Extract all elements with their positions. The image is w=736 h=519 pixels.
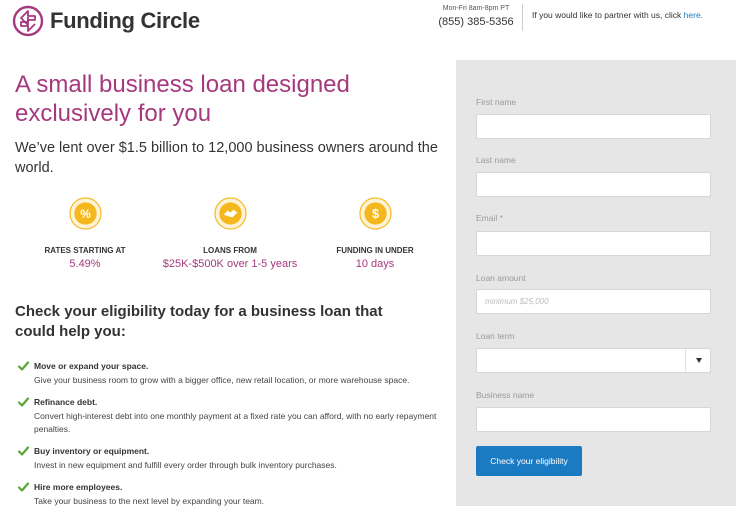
loan-term-label: Loan term — [476, 331, 515, 341]
benefit-description: Invest in new equipment and fulfill ever… — [34, 460, 337, 470]
feature-rates: % RATES STARTING AT 5.49% — [15, 197, 155, 271]
benefit-description: Take your business to the next level by … — [34, 496, 265, 506]
checkmark-icon — [18, 361, 29, 371]
partner-link[interactable]: here. — [684, 10, 703, 20]
benefit-description: Give your business room to grow with a b… — [34, 375, 410, 385]
first-name-field[interactable] — [476, 114, 711, 139]
checkmark-icon — [18, 482, 29, 492]
check-eligibility-button[interactable]: Check your eligibility — [476, 446, 582, 476]
phone-contact: Mon-Fri 8am-8pm PT (855) 385-5356 — [436, 5, 516, 28]
business-name-label: Business name — [476, 390, 535, 400]
feature-highlights: % RATES STARTING AT 5.49% LOANS FROM $25… — [15, 197, 445, 287]
last-name-field[interactable] — [476, 172, 711, 197]
phone-hours: Mon-Fri 8am-8pm PT — [442, 5, 510, 12]
eligibility-form: First name Last name Email * Loan amount… — [456, 60, 736, 506]
feature-funding: $ FUNDING IN UNDER 10 days — [305, 197, 445, 271]
svg-text:%: % — [80, 208, 91, 221]
percent-icon: % — [68, 197, 102, 230]
dollar-coin-icon: $ — [358, 197, 392, 230]
funding-circle-logo-icon — [12, 5, 44, 37]
loan-term-select[interactable] — [476, 348, 711, 373]
header-divider — [522, 4, 523, 31]
feature-funding-value: 10 days — [355, 258, 395, 270]
phone-number[interactable]: (855) 385-5356 — [436, 16, 516, 28]
page-title: A small business loan designed exclusive… — [15, 71, 350, 127]
loan-amount-field[interactable] — [476, 289, 711, 314]
brand-name: Funding Circle — [50, 8, 200, 33]
page-subtitle: We’ve lent over $1.5 billion to 12,000 b… — [15, 140, 438, 176]
select-divider — [685, 349, 686, 372]
benefit-title: Buy inventory or equipment. — [34, 446, 150, 456]
loan-amount-label: Loan amount — [476, 273, 526, 283]
business-name-field[interactable] — [476, 407, 711, 432]
last-name-label: Last name — [476, 155, 516, 165]
benefit-title: Hire more employees. — [34, 482, 123, 492]
partner-label: If you would like to partner with us, cl… — [532, 10, 684, 20]
svg-text:$: $ — [371, 207, 378, 221]
first-name-label: First name — [476, 97, 517, 107]
list-item: Hire more employees. Take your business … — [18, 481, 448, 508]
partner-text: If you would like to partner with us, cl… — [532, 10, 703, 20]
feature-rates-title: RATES STARTING AT — [44, 246, 126, 255]
email-field[interactable] — [476, 231, 711, 256]
feature-rates-value: 5.49% — [69, 258, 101, 270]
benefit-list: Move or expand your space. Give your bus… — [18, 360, 448, 517]
list-item: Refinance debt. Convert high-interest de… — [18, 396, 448, 436]
handshake-icon — [213, 197, 247, 230]
benefit-title: Move or expand your space. — [34, 361, 149, 371]
checkmark-icon — [18, 446, 29, 456]
checkmark-icon — [18, 397, 29, 407]
feature-funding-title: FUNDING IN UNDER — [336, 246, 414, 255]
email-label: Email * — [476, 213, 503, 223]
feature-loans: LOANS FROM $25K-$500K over 1-5 years — [160, 197, 300, 271]
benefit-title: Refinance debt. — [34, 397, 98, 407]
feature-loans-title: LOANS FROM — [203, 246, 257, 255]
list-item: Move or expand your space. Give your bus… — [18, 360, 448, 387]
chevron-down-icon — [696, 358, 702, 363]
list-item: Buy inventory or equipment. Invest in ne… — [18, 445, 448, 472]
brand-logo[interactable]: Funding Circle — [12, 5, 200, 37]
eligibility-title: Check your eligibility today for a busin… — [15, 303, 383, 340]
benefit-description: Convert high-interest debt into one mont… — [34, 411, 437, 434]
feature-loans-value: $25K-$500K over 1-5 years — [162, 258, 298, 270]
